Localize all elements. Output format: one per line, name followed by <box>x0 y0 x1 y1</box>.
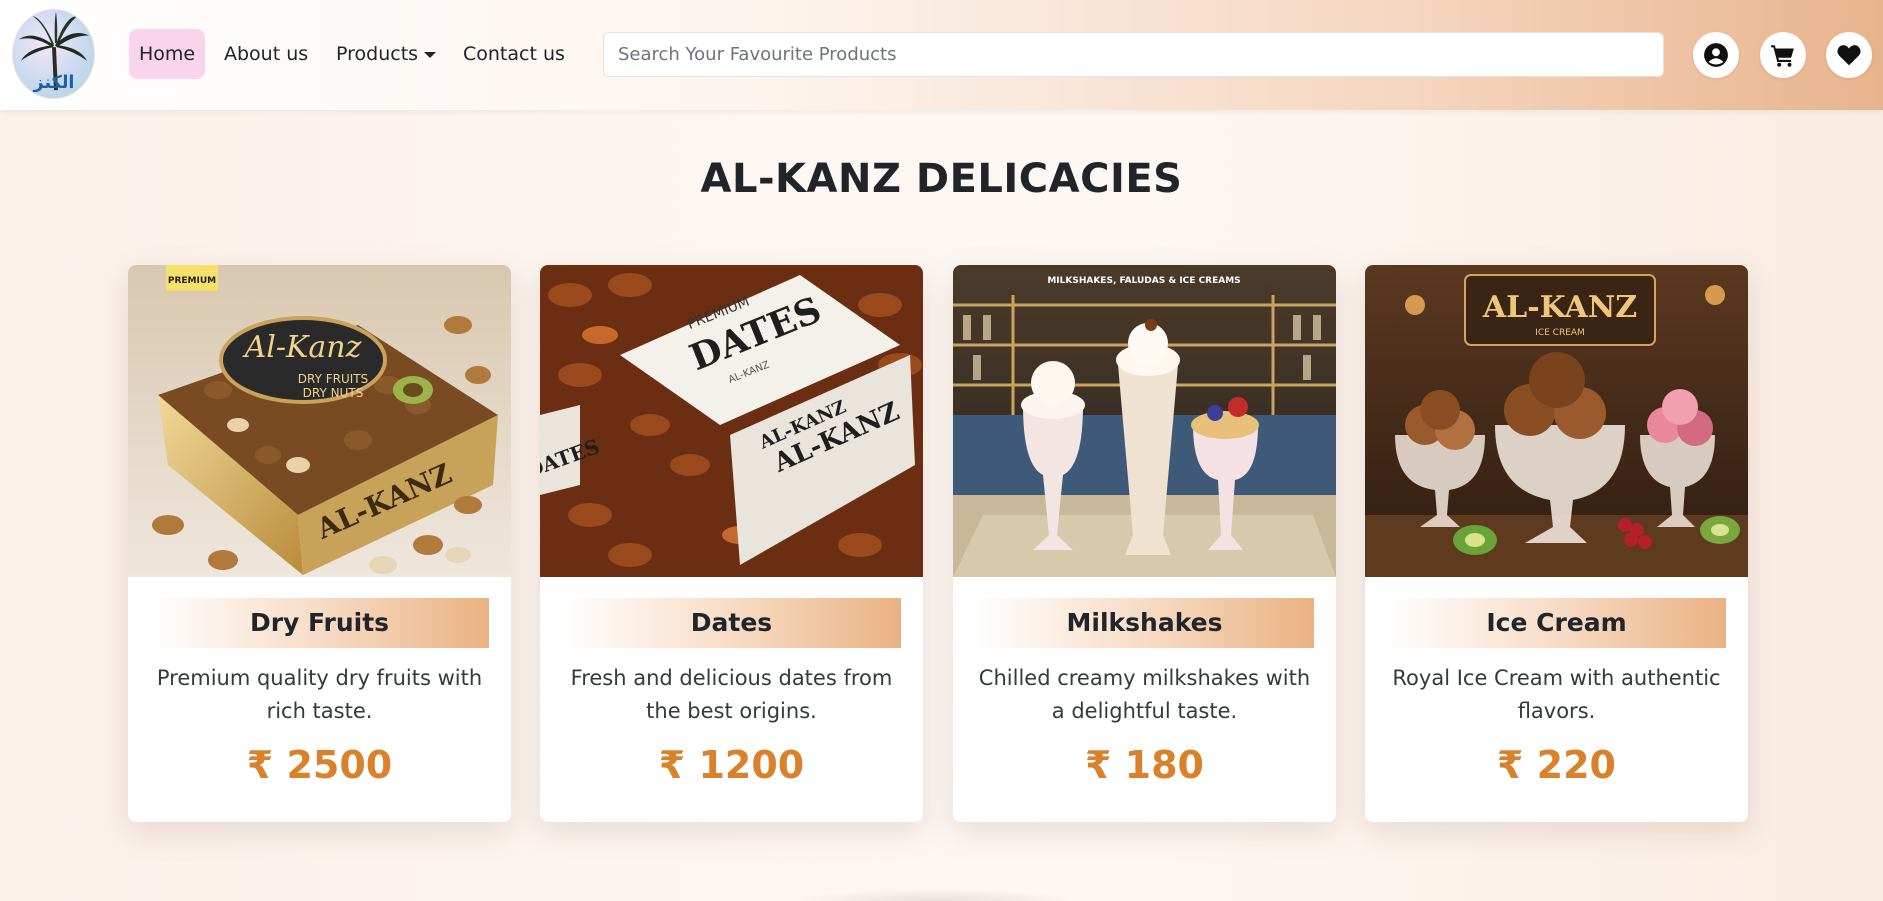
svg-text:DRY FRUITS: DRY FRUITS <box>298 372 368 386</box>
product-description: Chilled creamy milkshakes with a delight… <box>978 666 1311 723</box>
user-circle-icon <box>1704 43 1728 67</box>
palm-tree-logo-icon: الكنز <box>18 12 90 93</box>
brand-logo[interactable]: الكنز <box>12 9 95 99</box>
svg-text:MILKSHAKES, FALUDAS & ICE CREA: MILKSHAKES, FALUDAS & ICE CREAMS <box>1047 276 1240 286</box>
product-image-milkshakes[interactable]: MILKSHAKES, FALUDAS & ICE CREAMS <box>953 265 1336 577</box>
product-image-dates[interactable]: DATES PREMIUM AL-KANZ AL-KANZ AL-KANZ DA… <box>540 265 923 577</box>
nav-about[interactable]: About us <box>214 29 318 79</box>
nav-home[interactable]: Home <box>129 29 206 79</box>
svg-text:DRY NUTS: DRY NUTS <box>303 386 364 400</box>
product-name: Ice Cream <box>1387 598 1726 648</box>
svg-text:PREMIUM: PREMIUM <box>168 276 216 286</box>
product-price: ₹ 180 <box>1085 743 1204 787</box>
account-button[interactable] <box>1693 32 1739 78</box>
cart-icon <box>1771 45 1794 67</box>
navbar: الكنز Home About us Products Contact us <box>0 0 1883 110</box>
nav-products-dropdown[interactable]: Products <box>326 29 446 79</box>
product-name: Milkshakes <box>975 598 1314 648</box>
cart-button[interactable] <box>1760 32 1806 78</box>
product-description: Premium quality dry fruits with rich tas… <box>156 666 483 723</box>
nav-contact[interactable]: Contact us <box>453 29 575 79</box>
product-name: Dry Fruits <box>150 598 489 648</box>
svg-text:ICE CREAM: ICE CREAM <box>1535 328 1585 338</box>
product-image-dry-fruits[interactable]: Al-Kanz DRY FRUITS DRY NUTS AL-KANZ PREM… <box>128 265 511 577</box>
page-title: AL-KANZ DELICACIES <box>700 156 1183 202</box>
svg-text:Al-Kanz: Al-Kanz <box>242 330 362 365</box>
product-image-ice-cream[interactable]: AL-KANZ ICE CREAM <box>1365 265 1748 577</box>
wishlist-button[interactable] <box>1826 32 1872 78</box>
product-price: ₹ 1200 <box>658 743 805 787</box>
product-description: Fresh and delicious dates from the best … <box>570 666 893 723</box>
product-description: Royal Ice Cream with authentic flavors. <box>1392 666 1721 723</box>
section-divider-shadow <box>790 888 1080 901</box>
product-card[interactable]: DATES PREMIUM AL-KANZ AL-KANZ AL-KANZ DA… <box>540 265 923 822</box>
search-input[interactable] <box>603 32 1664 77</box>
svg-text:AL-KANZ: AL-KANZ <box>1482 290 1637 325</box>
heart-icon <box>1837 45 1861 66</box>
svg-text:الكنز: الكنز <box>33 73 75 93</box>
product-price: ₹ 2500 <box>246 743 393 787</box>
product-name: Dates <box>562 598 901 648</box>
nav-products-label: Products <box>336 43 419 65</box>
product-card[interactable]: AL-KANZ ICE CREAM Ice Cream Royal Ice Cr… <box>1365 265 1748 822</box>
product-card[interactable]: MILKSHAKES, FALUDAS & ICE CREAMS Milksha… <box>953 265 1336 822</box>
product-price: ₹ 220 <box>1497 743 1616 787</box>
product-card[interactable]: Al-Kanz DRY FRUITS DRY NUTS AL-KANZ PREM… <box>128 265 511 822</box>
chevron-down-icon <box>424 51 437 58</box>
